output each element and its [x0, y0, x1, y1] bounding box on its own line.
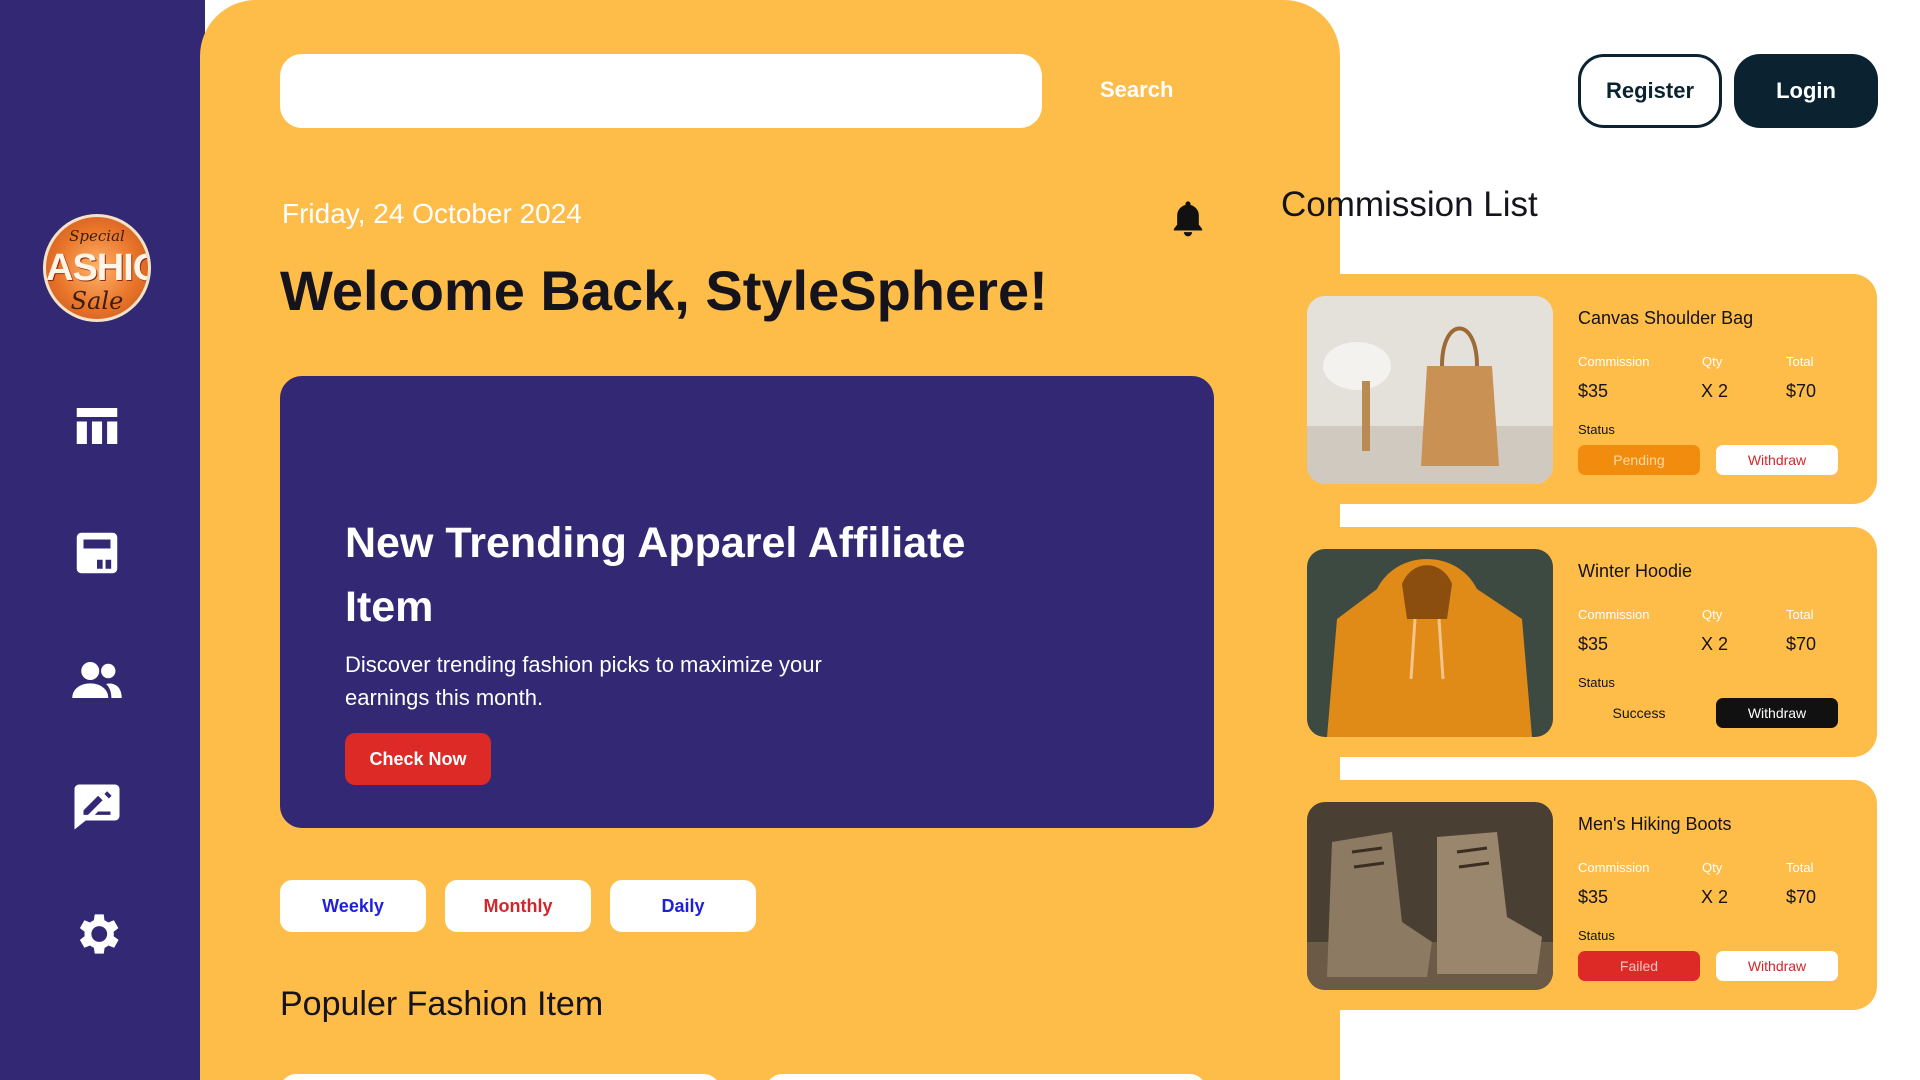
welcome-heading: Welcome Back, StyleSphere!	[280, 259, 1048, 322]
status-label: Status	[1578, 422, 1615, 437]
total-label: Total	[1786, 354, 1814, 369]
status-label: Status	[1578, 928, 1615, 943]
feedback-icon[interactable]	[66, 776, 128, 838]
search-button[interactable]: Search	[1100, 77, 1173, 103]
calculator-icon[interactable]	[66, 522, 128, 584]
main-panel: Search Friday, 24 October 2024 Welcome B…	[200, 0, 1340, 1080]
current-date: Friday, 24 October 2024	[282, 198, 582, 229]
total-label: Total	[1786, 860, 1814, 875]
banner-title: New Trending Apparel Affiliate Item	[345, 519, 966, 631]
popular-item-card[interactable]	[766, 1074, 1206, 1080]
commission-value: $35	[1578, 634, 1609, 654]
qty-label: Qty	[1702, 607, 1723, 622]
popular-item-card[interactable]	[280, 1074, 720, 1080]
total-value: $70	[1786, 887, 1817, 907]
popular-section-title: Populer Fashion Item	[280, 985, 604, 1023]
total-value: $70	[1786, 381, 1817, 401]
withdraw-button[interactable]: Withdraw	[1716, 951, 1838, 981]
commission-value: $35	[1578, 381, 1609, 401]
product-name: Men's Hiking Boots	[1578, 814, 1732, 834]
login-button[interactable]: Login	[1734, 54, 1878, 128]
status-badge: Pending	[1578, 445, 1700, 475]
search-input[interactable]	[280, 54, 1042, 128]
gear-icon[interactable]	[66, 903, 128, 965]
sidebar: Special ASHION Sale	[0, 0, 205, 1080]
status-label: Status	[1578, 675, 1615, 690]
qty-label: Qty	[1702, 860, 1723, 875]
weekly-button[interactable]: Weekly	[280, 880, 426, 932]
qty-label: Qty	[1702, 354, 1723, 369]
commission-list-title: Commission List	[1281, 185, 1538, 224]
qty-value: X 2	[1701, 634, 1729, 654]
logo-text-bottom: Sale	[70, 287, 124, 315]
commission-label: Commission	[1578, 607, 1650, 622]
check-now-button[interactable]: Check Now	[345, 733, 491, 785]
users-icon[interactable]	[66, 649, 128, 711]
daily-button[interactable]: Daily	[610, 880, 756, 932]
withdraw-button[interactable]: Withdraw	[1716, 698, 1838, 728]
qty-value: X 2	[1701, 381, 1729, 401]
product-name: Winter Hoodie	[1578, 561, 1693, 581]
logo-text-top: Special	[69, 227, 125, 245]
product-image-hoodie	[1307, 549, 1553, 737]
total-value: $70	[1786, 634, 1817, 654]
product-image-boots	[1307, 802, 1553, 990]
commission-card: Winter Hoodie Commission Qty Total $35 X…	[1281, 527, 1877, 757]
status-badge: Success	[1612, 705, 1666, 721]
brand-logo[interactable]: Special ASHION Sale	[43, 214, 151, 322]
qty-value: X 2	[1701, 887, 1729, 907]
register-button[interactable]: Register	[1578, 54, 1722, 128]
product-image-bag	[1307, 296, 1553, 484]
withdraw-button[interactable]: Withdraw	[1716, 445, 1838, 475]
bell-icon[interactable]	[1168, 196, 1208, 240]
promo-banner: New Trending Apparel Affiliate Item Disc…	[280, 376, 1214, 828]
commission-label: Commission	[1578, 354, 1650, 369]
commission-label: Commission	[1578, 860, 1650, 875]
commission-card: Canvas Shoulder Bag Commission Qty Total…	[1281, 274, 1877, 504]
commission-card: Men's Hiking Boots Commission Qty Total …	[1281, 780, 1877, 1010]
commission-value: $35	[1578, 887, 1609, 907]
product-name: Canvas Shoulder Bag	[1578, 308, 1754, 328]
total-label: Total	[1786, 607, 1814, 622]
monthly-button[interactable]: Monthly	[445, 880, 591, 932]
table-icon[interactable]	[66, 395, 128, 457]
banner-description: Discover trending fashion picks to maxim…	[345, 652, 822, 710]
logo-text-main: ASHION	[46, 247, 148, 289]
status-badge: Failed	[1578, 951, 1700, 981]
